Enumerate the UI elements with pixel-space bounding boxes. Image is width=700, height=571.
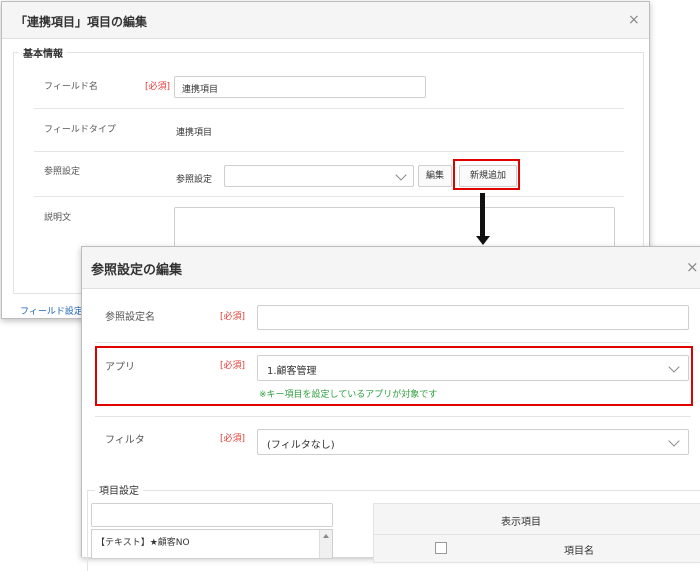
close-icon[interactable]: ×	[628, 13, 640, 27]
new-add-highlight	[453, 159, 520, 190]
down-arrow-icon	[480, 193, 485, 237]
required-badge: [必須]	[220, 312, 246, 322]
description-label: 説明文	[44, 213, 72, 223]
app-hint: ※キー項目を設定しているアプリが対象です	[259, 390, 438, 400]
display-items-table: 表示項目 項目名	[373, 503, 700, 563]
chevron-down-icon	[395, 169, 407, 181]
ref-setting-dialog-header: 参照設定の編集 ×	[82, 247, 700, 289]
field-edit-dialog-title: 「連携項目」項目の編集	[15, 15, 148, 29]
scrollbar[interactable]	[319, 530, 332, 558]
scroll-up-icon[interactable]	[323, 534, 329, 538]
app-label: アプリ	[105, 362, 135, 373]
field-edit-dialog-header: 「連携項目」項目の編集 ×	[2, 2, 649, 39]
select-all-checkbox[interactable]	[435, 542, 447, 554]
chevron-down-icon	[668, 361, 680, 373]
required-badge: [必須]	[220, 434, 246, 444]
item-list: 【テキスト】★顧客NO	[91, 529, 333, 559]
required-badge: [必須]	[220, 361, 246, 371]
close-icon[interactable]: ×	[686, 260, 699, 275]
item-search-input[interactable]	[91, 503, 333, 527]
ref-name-label: 参照設定名	[105, 312, 155, 323]
arrow-head	[476, 236, 490, 245]
edit-button[interactable]: 編集	[418, 165, 452, 187]
field-type-label: フィールドタイプ	[44, 125, 116, 135]
item-settings-title: 項目設定	[95, 482, 143, 497]
list-item[interactable]: 【テキスト】★顧客NO	[96, 535, 190, 548]
display-items-header: 表示項目	[501, 517, 541, 528]
field-name-label: フィールド名	[44, 82, 98, 92]
filter-label: フィルタ	[105, 435, 145, 446]
app-select[interactable]: 1.顧客管理	[257, 355, 689, 381]
ref-setting-dialog-title: 参照設定の編集	[91, 263, 183, 278]
field-settings-link[interactable]: フィールド設定	[20, 304, 83, 317]
ref-setting-inner-label: 参照設定	[176, 175, 213, 185]
ref-setting-select[interactable]	[224, 165, 414, 187]
required-badge: [必須]	[145, 82, 171, 92]
basic-info-title: 基本情報	[19, 45, 67, 60]
ref-name-input[interactable]	[257, 305, 689, 330]
ref-setting-edit-dialog: 参照設定の編集 × 参照設定名 [必須] アプリ [必須] 1.顧客管理 ※キー…	[81, 246, 700, 571]
ref-setting-label: 参照設定	[44, 167, 81, 177]
field-name-input[interactable]: 連携項目	[174, 76, 426, 98]
chevron-down-icon	[668, 435, 680, 447]
field-type-value: 連携項目	[176, 128, 213, 138]
filter-select[interactable]: (フィルタなし)	[257, 429, 689, 455]
